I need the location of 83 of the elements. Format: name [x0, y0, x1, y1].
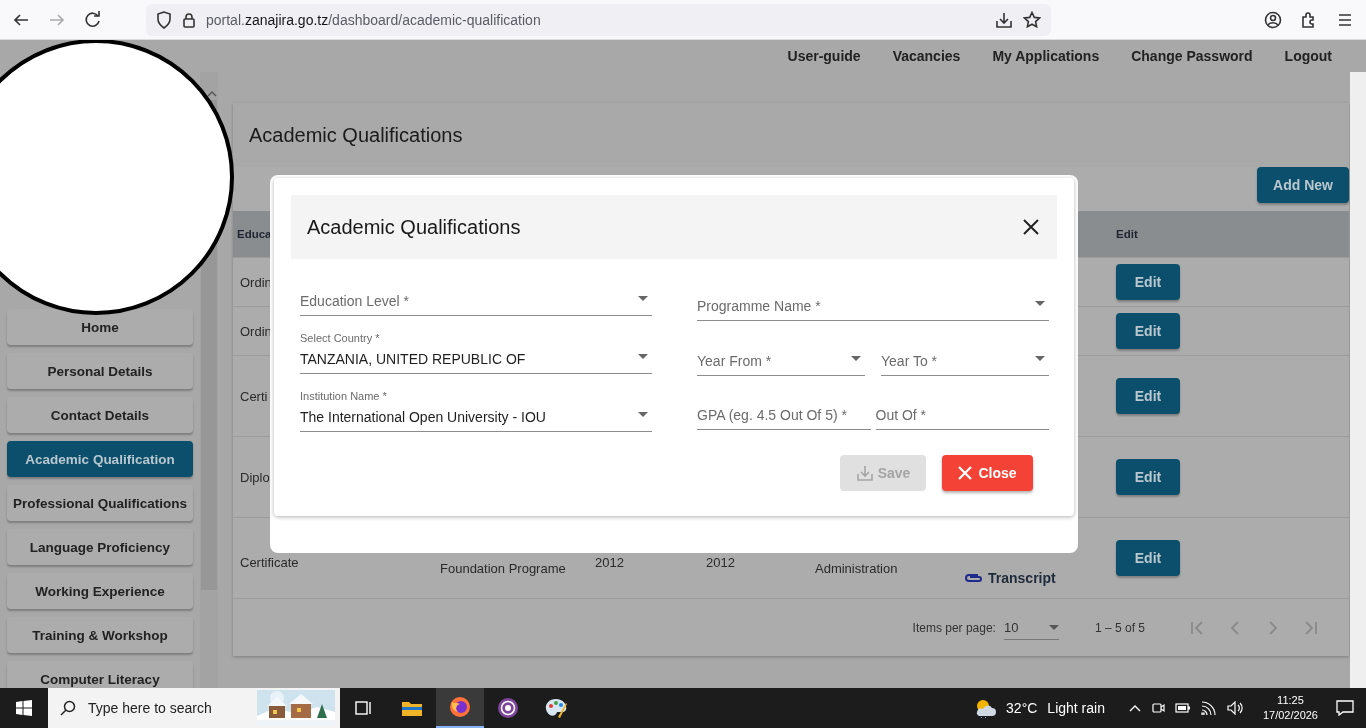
reload-icon[interactable] — [84, 10, 102, 29]
table-cell-text: 2012 — [594, 554, 624, 570]
edit-button[interactable]: Edit — [1116, 313, 1180, 349]
clock-date: 17/02/2026 — [1262, 708, 1318, 723]
select-field[interactable]: Institution Name * The International Open University - IOU — [300, 390, 652, 432]
chevron-up-icon[interactable] — [1128, 704, 1141, 712]
dialog-title: Academic Qualifications — [307, 215, 521, 239]
edit-button[interactable]: Edit — [1116, 459, 1180, 495]
sidebar-item[interactable]: Contact Details — [7, 397, 193, 433]
sidebar-item[interactable]: Academic Qualification — [7, 441, 193, 477]
volume-icon[interactable] — [1226, 701, 1245, 715]
dropdown-icon — [1035, 356, 1045, 361]
sidebar-item[interactable]: Working Experience — [7, 573, 193, 609]
nav-link[interactable]: Change Password — [1131, 48, 1253, 64]
dropdown-icon — [1035, 301, 1045, 306]
sidebar-item[interactable]: Home — [7, 309, 193, 345]
notification-icon[interactable] — [1336, 700, 1354, 716]
attachment-label[interactable]: Transcript — [988, 570, 1056, 586]
page-title: Academic Qualifications — [233, 103, 1349, 167]
close-button[interactable]: Close — [942, 455, 1033, 491]
onion-icon — [497, 697, 519, 719]
sidebar-item[interactable]: Training & Workshop — [7, 617, 193, 653]
windows-logo-icon[interactable] — [16, 700, 32, 716]
column-header: Edit — [1115, 228, 1138, 240]
address-bar[interactable]: portal.zanajira.go.tz/dashboard/academic-qualification — [146, 3, 1051, 36]
download-icon[interactable] — [995, 10, 1013, 29]
close-icon[interactable] — [1023, 219, 1039, 235]
select-field[interactable]: Year From * — [697, 340, 865, 376]
nav-link[interactable]: Vacancies — [892, 48, 961, 64]
sidebar-item[interactable]: Computer Literacy — [7, 661, 193, 688]
battery-icon[interactable] — [1174, 702, 1191, 714]
browser-icon — [449, 696, 471, 718]
items-per-page-label: Items per page: — [912, 620, 996, 635]
temperature-label: 32°C — [1006, 700, 1038, 716]
shield-icon — [156, 10, 172, 29]
account-icon[interactable] — [1264, 10, 1282, 29]
taskbar-search-field[interactable]: Type here to search — [48, 688, 340, 728]
dropdown-icon — [638, 296, 648, 301]
nav-link[interactable]: Logout — [1284, 48, 1332, 64]
dropdown-icon — [638, 412, 648, 417]
select-field[interactable]: Select Country * TANZANIA, UNITED REPUBLIC OF — [300, 332, 652, 374]
palette-icon — [544, 697, 568, 719]
sidebar-item[interactable]: Personal Details — [7, 353, 193, 389]
search-icon — [60, 700, 76, 716]
table-cell-text: Foundation Programe — [439, 560, 566, 576]
weather-icon — [974, 698, 997, 718]
input-field[interactable]: Out Of * — [875, 394, 1049, 430]
wifi-icon[interactable] — [1200, 701, 1217, 715]
caret-icon — [1048, 624, 1059, 630]
edit-button[interactable]: Edit — [1116, 264, 1180, 300]
nav-link[interactable]: User-guide — [787, 48, 861, 64]
attachment-link[interactable]: Transcript — [964, 518, 1112, 586]
table-cell-text: Certificate — [239, 554, 299, 570]
task-view-icon — [355, 700, 373, 716]
input-field[interactable]: GPA (eg. 4.5 Out Of 5) * — [697, 394, 871, 430]
close-icon — [958, 466, 973, 480]
download-icon — [855, 464, 874, 482]
folder-icon — [401, 699, 423, 717]
edit-button[interactable]: Edit — [1116, 378, 1180, 414]
column-header: Educa — [236, 228, 272, 240]
nav-link[interactable]: My Applications — [992, 48, 1100, 64]
select-field[interactable]: Year To * — [881, 340, 1049, 376]
star-icon[interactable] — [1023, 10, 1041, 29]
table-cell-text: Certi — [239, 388, 268, 404]
add-new-button[interactable]: Add New — [1257, 167, 1349, 203]
table-cell-text: Diplo — [239, 469, 270, 485]
sidebar-item[interactable]: Language Proficiency — [7, 529, 193, 565]
page-size-select[interactable]: 10 — [1003, 615, 1059, 640]
camera-icon[interactable] — [1150, 701, 1165, 715]
clock-time: 11:25 — [1277, 693, 1304, 708]
weather-label: Light rain — [1047, 700, 1105, 716]
dropdown-icon — [851, 356, 861, 361]
select-field[interactable]: Programme Name * — [697, 285, 1049, 321]
paperclip-icon — [964, 572, 984, 584]
url-text: portal.zanajira.go.tz/dashboard/academic-qualification — [206, 11, 542, 28]
table-cell-text: Administration — [814, 560, 898, 576]
lock-icon — [182, 11, 196, 28]
range-label: 1 – 5 of 5 — [1094, 620, 1145, 635]
select-field[interactable]: Education Level * — [300, 280, 652, 316]
table-cell-text: 2012 — [705, 554, 735, 570]
edit-button[interactable]: Edit — [1116, 540, 1180, 576]
sidebar-item[interactable]: Professional Qualifications — [7, 485, 193, 521]
dropdown-icon — [638, 354, 648, 359]
